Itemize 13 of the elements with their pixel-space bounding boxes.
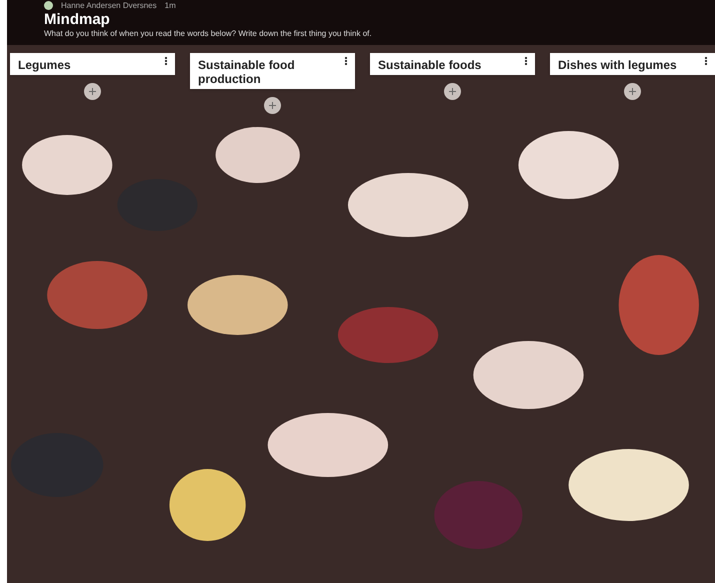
column-title: Sustainable food production <box>198 57 296 86</box>
board-prompt: What do you think of when you read the words below? Write down the first thing you think of. <box>44 29 373 39</box>
plus-icon <box>88 87 97 96</box>
post-time: 1m <box>164 2 176 10</box>
author-name: Hanne Andersen Dversnes <box>61 2 157 10</box>
board-title: Mindmap <box>44 11 111 29</box>
avatar-icon <box>44 1 53 10</box>
column-title: Legumes <box>18 57 71 72</box>
plus-icon <box>268 101 277 110</box>
plus-icon <box>628 87 637 96</box>
plus-icon <box>448 87 457 96</box>
column-title: Dishes with legumes <box>558 57 677 72</box>
column-title: Sustainable foods <box>378 57 482 72</box>
